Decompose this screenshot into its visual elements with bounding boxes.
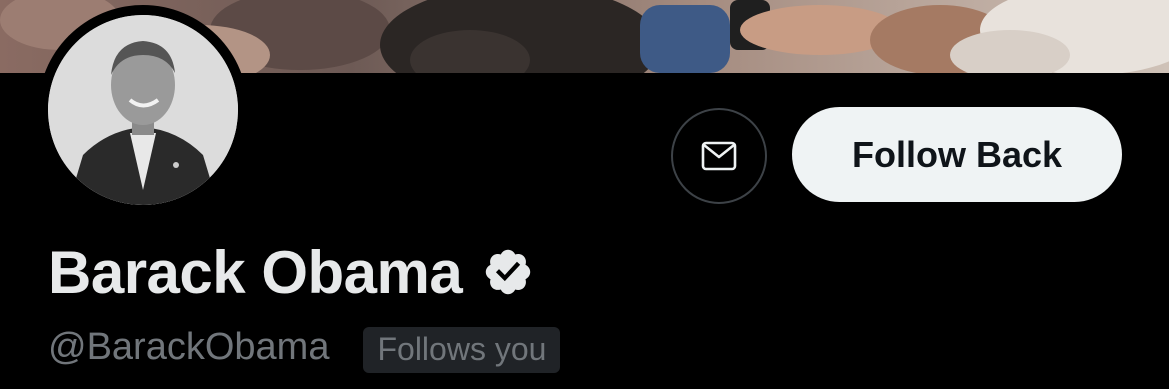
profile-handle: @BarackObama — [48, 325, 330, 368]
profile-handle-row: @BarackObama Follows you — [48, 322, 561, 373]
avatar-portrait — [48, 15, 238, 205]
verified-badge-icon[interactable] — [482, 246, 534, 298]
avatar[interactable] — [48, 15, 238, 205]
profile-display-name: Barack Obama — [48, 238, 463, 306]
profile-name-row: Barack Obama — [48, 236, 534, 308]
follow-back-button[interactable]: Follow Back — [792, 107, 1122, 202]
avatar-ring — [38, 5, 248, 215]
envelope-icon — [701, 141, 737, 171]
follows-you-badge: Follows you — [363, 327, 561, 373]
message-button[interactable] — [671, 108, 767, 204]
